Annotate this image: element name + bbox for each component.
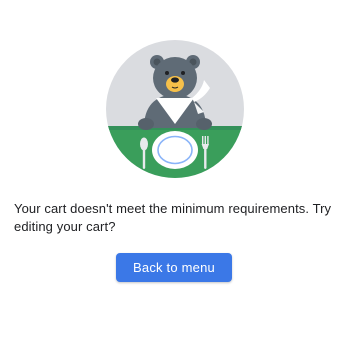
back-to-menu-button[interactable]: Back to menu [116, 253, 232, 282]
empty-cart-page: Your cart doesn't meet the minimum requi… [0, 0, 348, 348]
bear-at-table-illustration [106, 40, 244, 178]
plate-icon [152, 131, 198, 169]
cart-requirements-message: Your cart doesn't meet the minimum requi… [14, 201, 332, 234]
